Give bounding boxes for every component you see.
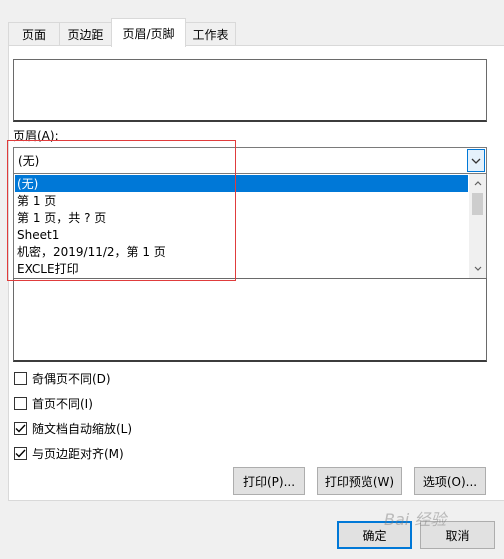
checkbox-odd-even-different[interactable]: 奇偶页不同(D) xyxy=(14,370,111,386)
chevron-down-icon xyxy=(471,158,481,164)
list-item[interactable]: 机密，2019/11/2，第 1 页 xyxy=(15,243,468,260)
tab-margins[interactable]: 页边距 xyxy=(59,22,112,46)
scrollbar-thumb[interactable] xyxy=(472,193,483,215)
scroll-down-button[interactable] xyxy=(469,260,486,277)
checkmark-icon xyxy=(15,424,26,433)
list-item[interactable]: 第 1 页 xyxy=(15,192,468,209)
chevron-down-icon xyxy=(474,266,481,271)
list-item[interactable]: EXCLE打印 xyxy=(15,260,468,277)
scroll-up-button[interactable] xyxy=(469,175,486,192)
combobox-dropdown-button[interactable] xyxy=(467,149,485,172)
header-preview xyxy=(13,59,487,122)
checkbox-box[interactable] xyxy=(14,421,27,435)
checkbox-align-with-margins[interactable]: 与页边距对齐(M) xyxy=(14,445,124,461)
checkbox-first-page-different[interactable]: 首页不同(I) xyxy=(14,395,93,411)
header-dropdown-list[interactable]: (无) 第 1 页 第 1 页，共 ? 页 Sheet1 机密，2019/11/… xyxy=(13,174,487,279)
checkbox-scale-with-document[interactable]: 随文档自动缩放(L) xyxy=(14,420,132,436)
print-button[interactable]: 打印(P)... xyxy=(233,467,305,495)
print-preview-button[interactable]: 打印预览(W) xyxy=(317,467,402,495)
dropdown-scrollbar[interactable] xyxy=(469,174,486,278)
tab-page[interactable]: 页面 xyxy=(8,22,60,46)
checkbox-box[interactable] xyxy=(14,396,27,410)
options-button[interactable]: 选项(O)... xyxy=(414,467,486,495)
header-combobox[interactable]: (无) xyxy=(13,147,487,174)
checkbox-box[interactable] xyxy=(14,446,27,460)
chevron-up-icon xyxy=(474,181,481,186)
checkbox-box[interactable] xyxy=(14,371,27,385)
header-combobox-value: (无) xyxy=(18,154,40,168)
tab-header-footer[interactable]: 页眉/页脚 xyxy=(111,18,186,47)
list-item[interactable]: (无) xyxy=(15,175,468,192)
header-label: 页眉(A): xyxy=(13,129,59,143)
checkmark-icon xyxy=(15,449,26,458)
list-item[interactable]: Sheet1 xyxy=(15,226,468,243)
watermark: Bai 经验 xyxy=(384,510,447,529)
list-item[interactable]: 第 1 页，共 ? 页 xyxy=(15,209,468,226)
tab-bar: 页面 页边距 页眉/页脚 工作表 xyxy=(0,0,504,47)
footer-preview xyxy=(13,278,487,362)
tab-sheet[interactable]: 工作表 xyxy=(185,22,236,46)
